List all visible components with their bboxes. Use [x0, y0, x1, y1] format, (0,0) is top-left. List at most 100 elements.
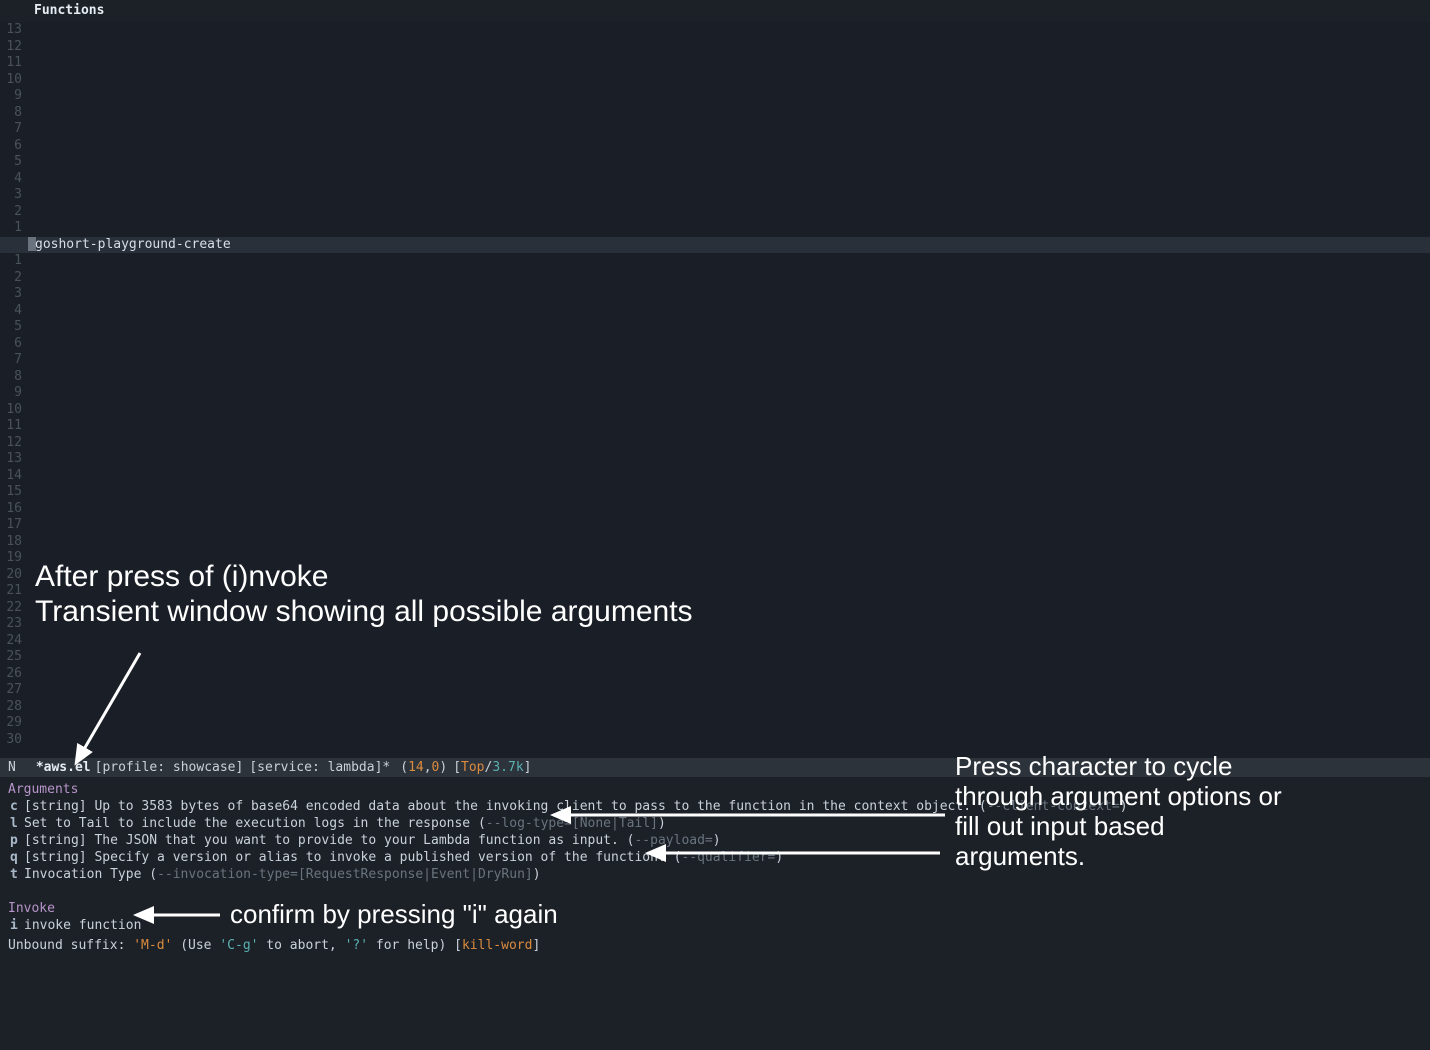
line-number-gutter: 13 12 11 10 9 8 7 6 5 4 3 2 1 0 1 2 3 4 …	[0, 22, 24, 748]
arg-desc: [string] Up to 3583 bytes of base64 enco…	[24, 798, 979, 815]
line-num: 1	[0, 253, 24, 270]
arg-key[interactable]: t	[8, 866, 24, 883]
function-name: goshort-playground-create	[35, 237, 231, 252]
mb-prefix: Unbound suffix:	[8, 938, 133, 953]
buffer-name: *aws.el	[36, 760, 91, 775]
transient-panel: Arguments c [string] Up to 3583 bytes of…	[0, 777, 1430, 936]
slash: /	[485, 760, 493, 775]
paren-close: )	[439, 760, 447, 775]
mb-mid2: to abort,	[258, 938, 344, 953]
service-label: [service: lambda]*	[249, 760, 390, 775]
line-num: 7	[0, 121, 24, 138]
arg-key[interactable]: l	[8, 815, 24, 832]
list-item[interactable]: goshort-playground-create	[28, 237, 1430, 254]
line-num: 19	[0, 550, 24, 567]
arg-row[interactable]: c [string] Up to 3583 bytes of base64 en…	[8, 798, 1422, 815]
paren-open: (	[400, 760, 408, 775]
arg-flag: --invocation-type=[RequestResponse|Event…	[157, 866, 533, 883]
line-num: 12	[0, 39, 24, 56]
mode-indicator: N	[8, 760, 16, 775]
mb-help-key: '?'	[345, 938, 368, 953]
mb-cmd: kill-word	[462, 938, 532, 953]
invoke-key[interactable]: i	[8, 917, 24, 934]
line-num: 13	[0, 22, 24, 39]
arg-desc: Invocation Type	[24, 866, 149, 883]
arg-key[interactable]: p	[8, 832, 24, 849]
line-num: 15	[0, 484, 24, 501]
bracket-close: ]	[524, 760, 532, 775]
line-num: 6	[0, 336, 24, 353]
line-num: 10	[0, 72, 24, 89]
mb-mid3: for help)	[368, 938, 454, 953]
mb-abort-key: 'C-g'	[219, 938, 258, 953]
line-num: 11	[0, 418, 24, 435]
line-num: 20	[0, 567, 24, 584]
arguments-header: Arguments	[8, 781, 1422, 798]
minibuffer: Unbound suffix: 'M-d' (Use 'C-g' to abor…	[0, 936, 1430, 955]
line-num: 1	[0, 220, 24, 237]
line-num: 2	[0, 270, 24, 287]
cursor-col: 0	[432, 760, 440, 775]
line-num: 10	[0, 402, 24, 419]
arg-row[interactable]: q [string] Specify a version or alias to…	[8, 849, 1422, 866]
arg-key[interactable]: c	[8, 798, 24, 815]
mb-key: 'M-d'	[133, 938, 172, 953]
invoke-header: Invoke	[8, 900, 1422, 917]
line-num: 22	[0, 600, 24, 617]
arg-row[interactable]: p [string] The JSON that you want to pro…	[8, 832, 1422, 849]
header-title: Functions	[34, 3, 104, 18]
size-label: 3.7k	[492, 760, 523, 775]
line-num: 3	[0, 286, 24, 303]
line-num: 27	[0, 682, 24, 699]
line-num: 26	[0, 666, 24, 683]
position-label: Top	[461, 760, 484, 775]
line-num: 23	[0, 616, 24, 633]
arg-desc: [string] Specify a version or alias to i…	[24, 849, 674, 866]
invoke-row[interactable]: i invoke function	[8, 917, 1422, 934]
line-num: 6	[0, 138, 24, 155]
arg-row[interactable]: l Set to Tail to include the execution l…	[8, 815, 1422, 832]
line-num: 8	[0, 105, 24, 122]
arg-row[interactable]: t Invocation Type (--invocation-type=[Re…	[8, 866, 1422, 883]
arg-desc: [string] The JSON that you want to provi…	[24, 832, 627, 849]
profile-label: [profile: showcase]	[95, 760, 244, 775]
line-num: 12	[0, 435, 24, 452]
line-num: 9	[0, 385, 24, 402]
line-num: 24	[0, 633, 24, 650]
line-num: 5	[0, 319, 24, 336]
line-num: 4	[0, 171, 24, 188]
mb-cmd-open: [	[454, 938, 462, 953]
line-num: 30	[0, 732, 24, 749]
bracket-open: [	[453, 760, 461, 775]
line-num: 9	[0, 88, 24, 105]
line-num: 13	[0, 451, 24, 468]
arg-desc: Set to Tail to include the execution log…	[24, 815, 478, 832]
line-num: 21	[0, 583, 24, 600]
line-num: 5	[0, 154, 24, 171]
mb-mid1: (Use	[172, 938, 219, 953]
invoke-label: invoke function	[24, 917, 141, 934]
mb-cmd-close: ]	[532, 938, 540, 953]
editor-area[interactable]: 13 12 11 10 9 8 7 6 5 4 3 2 1 0 1 2 3 4 …	[0, 22, 1430, 758]
cursor-sep: ,	[424, 760, 432, 775]
line-num: 3	[0, 187, 24, 204]
buffer-content[interactable]: goshort-playground-create	[28, 22, 1430, 253]
line-num: 29	[0, 715, 24, 732]
line-num: 18	[0, 534, 24, 551]
line-num: 2	[0, 204, 24, 221]
arg-key[interactable]: q	[8, 849, 24, 866]
line-num: 8	[0, 369, 24, 386]
line-num: 14	[0, 468, 24, 485]
arg-flag: --client-context=	[987, 798, 1120, 815]
line-num: 11	[0, 55, 24, 72]
modeline: N *aws.el [profile: showcase] [service: …	[0, 758, 1430, 777]
cursor-line: 14	[408, 760, 424, 775]
line-num: 4	[0, 303, 24, 320]
line-num: 25	[0, 649, 24, 666]
line-num: 28	[0, 699, 24, 716]
header-bar: Functions	[0, 0, 1430, 22]
line-num: 16	[0, 501, 24, 518]
arg-flag: --payload=	[634, 832, 712, 849]
line-num: 7	[0, 352, 24, 369]
arg-flag: --log-type=[None|Tail]	[486, 815, 658, 832]
